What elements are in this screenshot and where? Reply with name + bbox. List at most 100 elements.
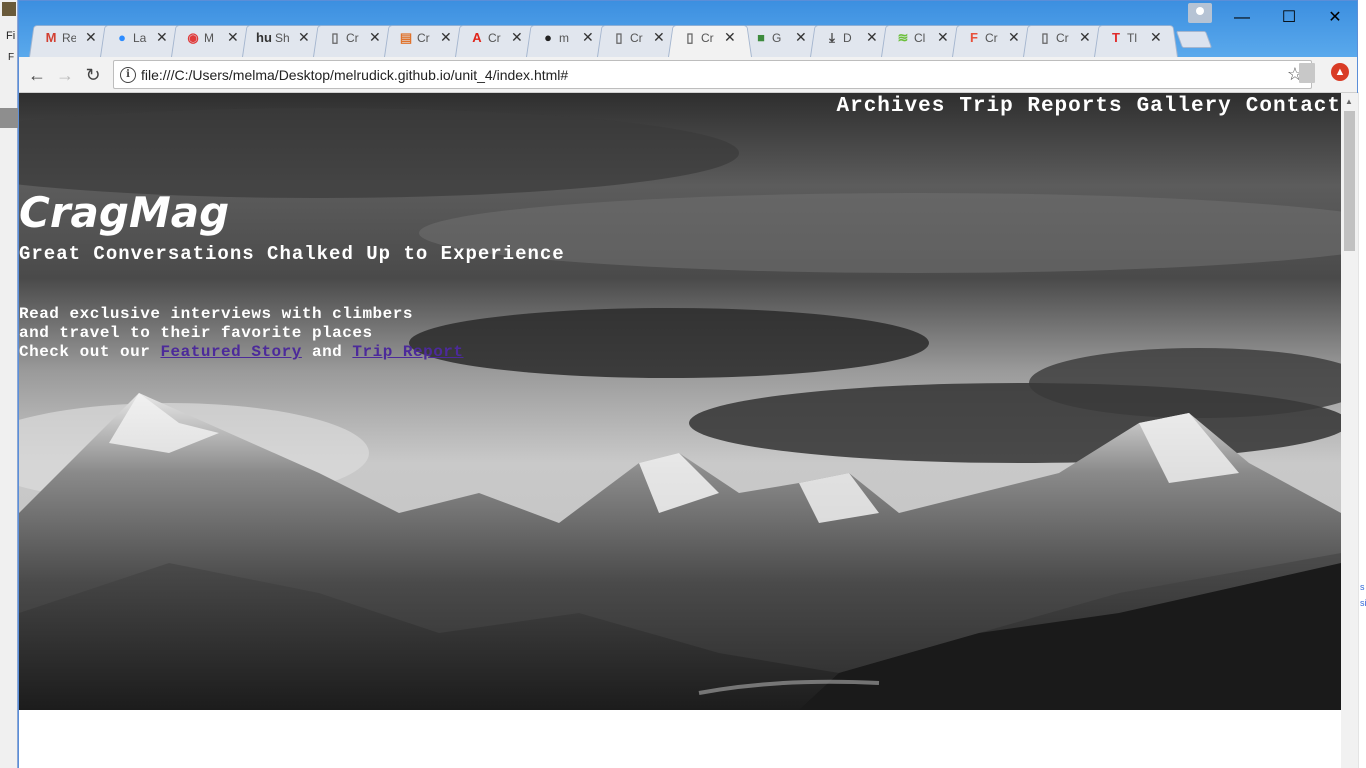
page-icon: ▯ bbox=[1041, 30, 1049, 45]
info-icon[interactable]: i bbox=[120, 67, 136, 83]
pdf-extension-icon[interactable] bbox=[1299, 63, 1315, 83]
menu-label: Fi bbox=[6, 30, 16, 42]
tab-title: Cr bbox=[630, 31, 643, 45]
tab-title: M bbox=[204, 31, 214, 45]
browser-tab[interactable]: ▤ Cr ✕ bbox=[384, 21, 468, 57]
site-logo: CragMag bbox=[19, 188, 230, 237]
address-bar[interactable]: i file:///C:/Users/melma/Desktop/melrudi… bbox=[113, 60, 1312, 89]
tab-title: Cr bbox=[1056, 31, 1069, 45]
tab-title: Cl bbox=[914, 31, 926, 45]
nav-archives[interactable]: Archives bbox=[837, 95, 946, 118]
tab-title: Cr bbox=[985, 31, 998, 45]
back-icon[interactable]: ← bbox=[25, 63, 49, 87]
page-icon: ▯ bbox=[331, 30, 339, 45]
tab-title: Cr bbox=[417, 31, 430, 45]
browser-tab[interactable]: ▯ Cr ✕ bbox=[668, 21, 752, 57]
browser-tab[interactable]: ● m ✕ bbox=[526, 21, 610, 57]
extension-icon[interactable]: ▲ bbox=[1331, 63, 1349, 81]
page-icon: ▯ bbox=[615, 30, 623, 45]
trip-report-link[interactable]: Trip Report bbox=[352, 343, 463, 361]
tab-close-icon[interactable]: ✕ bbox=[298, 29, 310, 46]
scroll-thumb[interactable] bbox=[1344, 111, 1355, 251]
page-scrollbar[interactable]: ▲ bbox=[1341, 93, 1358, 768]
intro-prefix: Check out our bbox=[19, 343, 151, 361]
tab-close-icon[interactable]: ✕ bbox=[866, 29, 878, 46]
tab-title: G bbox=[772, 31, 782, 45]
tab-close-icon[interactable]: ✕ bbox=[511, 29, 523, 46]
browser-tab[interactable]: ▯ Cr ✕ bbox=[597, 21, 681, 57]
tab-close-icon[interactable]: ✕ bbox=[369, 29, 381, 46]
tab-title: Tl bbox=[1127, 31, 1137, 45]
browser-tab[interactable]: T Tl ✕ bbox=[1094, 21, 1178, 57]
page-icon: ▯ bbox=[686, 30, 694, 45]
app-icon bbox=[2, 2, 16, 16]
tab-strip: — ☐ ✕ M Re ✕ ● La ✕ ◉ M ✕ hu Sh ✕ ▯ Cr ✕ ▤ Cr ✕ A Cr ✕ ● m ✕ ▯ Cr… bbox=[19, 1, 1357, 57]
site-tagline: Great Conversations Chalked Up to Experi… bbox=[19, 243, 565, 265]
browser-window: — ☐ ✕ M Re ✕ ● La ✕ ◉ M ✕ hu Sh ✕ ▯ Cr ✕ ▤ Cr ✕ A Cr ✕ ● m ✕ ▯ Cr… bbox=[18, 0, 1358, 768]
github-icon: ● bbox=[544, 30, 552, 45]
tab-close-icon[interactable]: ✕ bbox=[653, 29, 665, 46]
f-icon: F bbox=[970, 30, 978, 45]
intro-line-2: and travel to their favorite places bbox=[19, 324, 373, 342]
tab-close-icon[interactable]: ✕ bbox=[582, 29, 594, 46]
tab-close-icon[interactable]: ✕ bbox=[440, 29, 452, 46]
tab-close-icon[interactable]: ✕ bbox=[937, 29, 949, 46]
maximize-button[interactable]: ☐ bbox=[1269, 7, 1309, 29]
address-url[interactable]: file:///C:/Users/melma/Desktop/melrudick… bbox=[141, 67, 568, 83]
tab-close-icon[interactable]: ✕ bbox=[1150, 29, 1162, 46]
forward-icon[interactable]: → bbox=[53, 63, 77, 87]
nav-contact[interactable]: Contact bbox=[1246, 95, 1341, 118]
graph-icon: ≋ bbox=[897, 30, 909, 45]
tab-close-icon[interactable]: ✕ bbox=[724, 29, 736, 46]
adobe-icon: A bbox=[472, 30, 482, 45]
browser-tab[interactable]: ▯ Cr ✕ bbox=[1023, 21, 1107, 57]
tab-title: D bbox=[843, 31, 852, 45]
background-panel bbox=[0, 108, 18, 128]
close-button[interactable]: ✕ bbox=[1315, 7, 1355, 29]
intro-text: Read exclusive interviews with climbers … bbox=[19, 305, 464, 362]
t-icon: T bbox=[1112, 30, 1120, 45]
nav-trip-reports[interactable]: Trip Reports bbox=[959, 95, 1122, 118]
new-tab-button[interactable] bbox=[1175, 31, 1213, 48]
nav-gallery[interactable]: Gallery bbox=[1137, 95, 1232, 118]
intro-line-3: Check out our Featured Story and Trip Re… bbox=[19, 343, 464, 362]
browser-tab[interactable]: ≋ Cl ✕ bbox=[881, 21, 965, 57]
tab-close-icon[interactable]: ✕ bbox=[85, 29, 97, 46]
page-viewport: Archives Trip Reports Gallery Contact Cr… bbox=[19, 93, 1341, 768]
tab-close-icon[interactable]: ✕ bbox=[227, 29, 239, 46]
browser-tab[interactable]: ▯ Cr ✕ bbox=[313, 21, 397, 57]
scroll-up-icon[interactable]: ▲ bbox=[1345, 97, 1353, 106]
tab-title: La bbox=[133, 31, 147, 45]
browser-tab[interactable]: ⤓ D ✕ bbox=[810, 21, 894, 57]
tab-title: Cr bbox=[701, 31, 714, 45]
minimize-button[interactable]: — bbox=[1222, 7, 1262, 29]
shield-icon: hu bbox=[256, 30, 272, 45]
browser-tab[interactable]: ◉ M ✕ bbox=[171, 21, 255, 57]
browser-toolbar: ← → ↻ i file:///C:/Users/melma/Desktop/m… bbox=[19, 57, 1357, 93]
browser-tab[interactable]: A Cr ✕ bbox=[455, 21, 539, 57]
gmail-icon: M bbox=[45, 30, 57, 45]
background-window-right-edge: s si bbox=[1358, 92, 1366, 768]
browser-tab[interactable]: M Re ✕ bbox=[29, 21, 113, 57]
tab-title: Cr bbox=[488, 31, 501, 45]
tab-title: Re bbox=[62, 31, 76, 45]
profile-icon[interactable] bbox=[1188, 3, 1212, 23]
featured-story-link[interactable]: Featured Story bbox=[160, 343, 301, 361]
tab-close-icon[interactable]: ✕ bbox=[156, 29, 168, 46]
download-icon: ⤓ bbox=[829, 30, 835, 45]
zoom-icon: ● bbox=[118, 30, 126, 45]
browser-tab[interactable]: F Cr ✕ bbox=[952, 21, 1036, 57]
browser-tab[interactable]: ● La ✕ bbox=[100, 21, 184, 57]
intro-and: and bbox=[311, 343, 343, 361]
intro-line-1: Read exclusive interviews with climbers bbox=[19, 305, 413, 323]
tab-title: Sh bbox=[275, 31, 289, 45]
tab-close-icon[interactable]: ✕ bbox=[1079, 29, 1091, 46]
tab-close-icon[interactable]: ✕ bbox=[795, 29, 807, 46]
menu-label-secondary: F bbox=[8, 52, 15, 63]
app-icon: ◉ bbox=[187, 30, 199, 45]
browser-tab[interactable]: hu Sh ✕ bbox=[242, 21, 326, 57]
reload-icon[interactable]: ↻ bbox=[81, 63, 105, 87]
mountain-landscape-image bbox=[19, 93, 1341, 710]
tab-close-icon[interactable]: ✕ bbox=[1008, 29, 1020, 46]
background-window-edge: Fi F bbox=[0, 0, 18, 768]
